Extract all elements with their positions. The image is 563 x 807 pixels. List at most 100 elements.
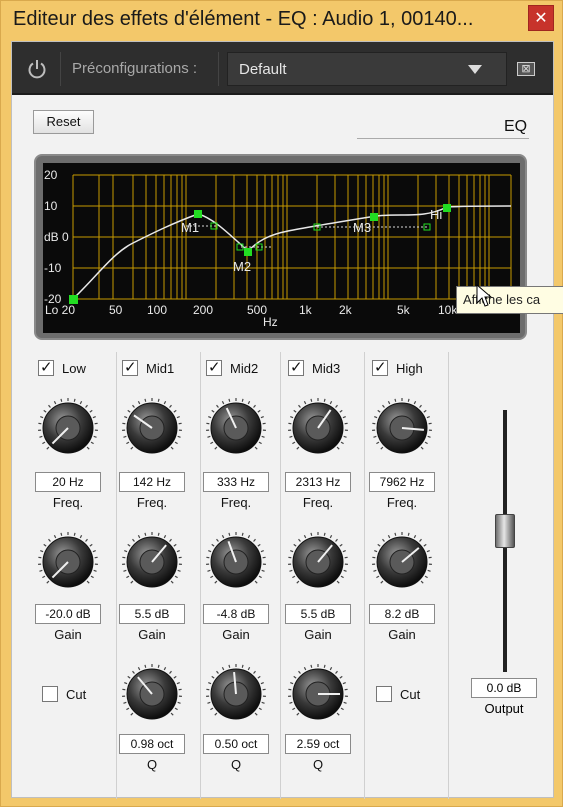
window-title: Editeur des effets d'élément - EQ : Audi… [13, 8, 474, 30]
cut-label: Cut [400, 687, 421, 702]
grid-lines [72, 174, 512, 300]
preset-value: Default [239, 61, 287, 78]
band-enable-checkbox[interactable]: ✓ [38, 359, 54, 376]
band-mid1: ✓ Mid1 142 Hz Freq. 5.5 dB Gain 0.98 oct… [118, 359, 198, 800]
y-tick: dB 0 [44, 230, 69, 244]
band-name: High [396, 361, 423, 376]
gain-value[interactable]: 5.5 dB [285, 604, 351, 624]
power-icon [28, 60, 46, 79]
band-mid2: ✓ Mid2 333 Hz Freq. -4.8 dB Gain 0.50 oc… [202, 359, 282, 800]
q-label: Q [230, 757, 242, 772]
check-icon: ✓ [124, 359, 137, 376]
x-tick: 10k [438, 303, 458, 317]
band-name: Mid3 [312, 361, 341, 376]
freq-knob[interactable] [38, 398, 98, 458]
band-enable-checkbox[interactable]: ✓ [122, 359, 138, 376]
x-unit: Hz [263, 315, 278, 329]
marker-m1 [194, 210, 202, 218]
band-divider [448, 352, 449, 799]
output-label: Output [484, 701, 524, 716]
freq-knob[interactable] [122, 398, 182, 458]
cut-checkbox[interactable] [376, 686, 392, 702]
q-value[interactable]: 0.50 oct [203, 734, 269, 754]
freq-knob[interactable] [288, 398, 348, 458]
output-value[interactable]: 0.0 dB [471, 678, 537, 698]
eq-markers [69, 204, 451, 304]
freq-value[interactable]: 142 Hz [119, 472, 185, 492]
freq-knob[interactable] [372, 398, 432, 458]
gain-label: Gain [54, 627, 82, 642]
power-button[interactable] [26, 58, 48, 80]
gain-label: Gain [138, 627, 166, 642]
freq-label: Freq. [52, 495, 84, 510]
presets-label: Préconfigurations : [72, 60, 198, 77]
band-name: Low [62, 361, 86, 376]
freq-value[interactable]: 20 Hz [35, 472, 101, 492]
gain-knob[interactable] [206, 532, 266, 592]
band-low: ✓ Low 20 Hz Freq. -20.0 dB Gain Cut [34, 359, 114, 800]
x-tick: 200 [193, 303, 214, 317]
y-tick: 10 [44, 199, 58, 213]
marker-hi [443, 204, 451, 212]
gain-knob[interactable] [38, 532, 98, 592]
q-knob[interactable] [122, 664, 182, 724]
band-divider [200, 352, 201, 799]
band-high: ✓ High 7962 Hz Freq. 8.2 dB Gain Cut [368, 359, 448, 800]
eq-panel: Préconfigurations : Default ⊠ Reset EQ M… [11, 41, 563, 800]
x-tick: Lo 20 [45, 303, 76, 317]
title-bar[interactable]: Editeur des effets d'élément - EQ : Audi… [1, 1, 563, 41]
q-label: Q [312, 757, 324, 772]
eq-label: EQ [504, 118, 528, 135]
x-tick: 100 [147, 303, 168, 317]
band-enable-checkbox[interactable]: ✓ [372, 359, 388, 376]
check-icon: ✓ [40, 359, 53, 376]
band-divider [116, 352, 117, 799]
output-fader-thumb[interactable] [495, 514, 515, 548]
q-knob[interactable] [288, 664, 348, 724]
x-tick: 5k [397, 303, 410, 317]
effect-editor-window: Editeur des effets d'élément - EQ : Audi… [0, 0, 563, 807]
eq-graph[interactable]: M1 M2 M3 Hi 20 10 dB 0 -10 -20 Lo 20 50 … [43, 163, 520, 333]
close-icon: ✕ [534, 10, 548, 27]
gain-value[interactable]: 5.5 dB [119, 604, 185, 624]
gain-knob[interactable] [122, 532, 182, 592]
freq-knob[interactable] [206, 398, 266, 458]
freq-label: Freq. [220, 495, 252, 510]
check-icon: ✓ [290, 359, 303, 376]
q-value[interactable]: 0.98 oct [119, 734, 185, 754]
preset-dropdown[interactable]: Default [227, 52, 507, 86]
close-button[interactable]: ✕ [528, 5, 554, 31]
gain-value[interactable]: 8.2 dB [369, 604, 435, 624]
freq-label: Freq. [136, 495, 168, 510]
freq-value[interactable]: 7962 Hz [369, 472, 435, 492]
gain-knob[interactable] [288, 532, 348, 592]
q-value[interactable]: 2.59 oct [285, 734, 351, 754]
q-knob[interactable] [206, 664, 266, 724]
freq-value[interactable]: 2313 Hz [285, 472, 351, 492]
preset-toolbar: Préconfigurations : Default ⊠ [12, 42, 553, 95]
marker-label-m3: M3 [353, 220, 371, 235]
eq-graph-frame: M1 M2 M3 Hi 20 10 dB 0 -10 -20 Lo 20 50 … [34, 154, 527, 340]
panel-menu-icon: ⊠ [521, 63, 531, 75]
band-mid3: ✓ Mid3 2313 Hz Freq. 5.5 dB Gain 2.59 oc… [284, 359, 364, 800]
marker-m3 [370, 213, 378, 221]
check-icon: ✓ [208, 359, 221, 376]
gain-knob[interactable] [372, 532, 432, 592]
band-name: Mid1 [146, 361, 175, 376]
panel-menu-button[interactable]: ⊠ [517, 62, 535, 76]
cut-checkbox[interactable] [42, 686, 58, 702]
gain-value[interactable]: -4.8 dB [203, 604, 269, 624]
band-enable-checkbox[interactable]: ✓ [206, 359, 222, 376]
chevron-down-icon [468, 65, 482, 74]
gain-label: Gain [304, 627, 332, 642]
mouse-cursor-icon [476, 284, 492, 307]
gain-value[interactable]: -20.0 dB [35, 604, 101, 624]
freq-value[interactable]: 333 Hz [203, 472, 269, 492]
band-name: Mid2 [230, 361, 259, 376]
marker-label-m1: M1 [181, 220, 199, 235]
gain-label: Gain [222, 627, 250, 642]
reset-button[interactable]: Reset [33, 110, 94, 134]
band-enable-checkbox[interactable]: ✓ [288, 359, 304, 376]
marker-m2 [244, 248, 252, 256]
y-tick: -10 [44, 261, 62, 275]
